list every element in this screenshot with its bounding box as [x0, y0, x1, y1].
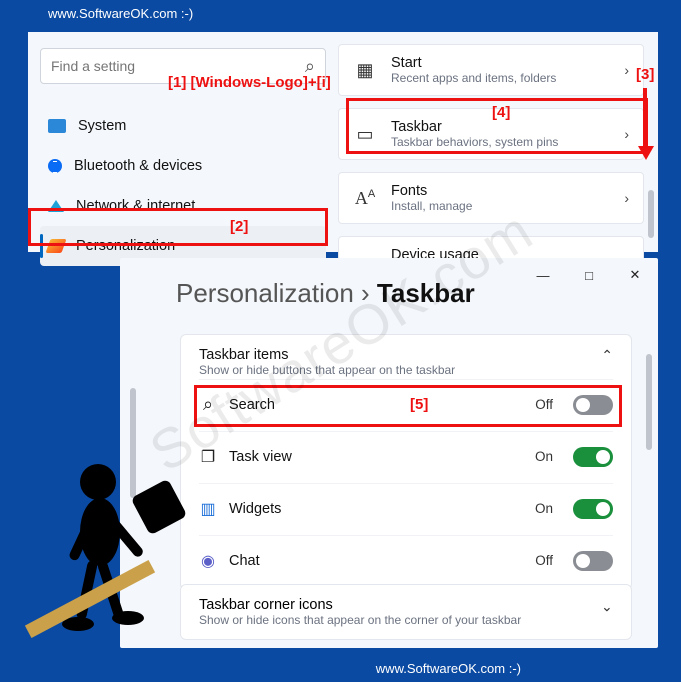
annotation-2: [2]	[230, 218, 248, 235]
sidebar-item-label: Personalization	[76, 238, 175, 254]
toggle-chat[interactable]	[573, 551, 613, 571]
toggle-taskview[interactable]	[573, 447, 613, 467]
taskbar-items-section: Taskbar items Show or hide buttons that …	[180, 334, 632, 590]
paintbrush-icon	[45, 239, 66, 253]
sidebar-item-label: Network & internet	[76, 198, 195, 214]
annotation-3: [3]	[636, 66, 654, 83]
taskbar-item-state: On	[535, 449, 553, 464]
settings-sidebar: System Bluetooth & devices Network & int…	[28, 32, 338, 266]
taskbar-item-chat: ◉ Chat Off	[199, 535, 613, 585]
section-title: Taskbar items	[199, 347, 455, 363]
toggle-widgets[interactable]	[573, 499, 613, 519]
card-title: Start	[391, 55, 610, 71]
branding-bottom: www.SoftwareOK.com :-)	[376, 661, 521, 676]
taskbar-item-state: On	[535, 501, 553, 516]
close-button[interactable]: ✕	[612, 258, 658, 292]
chevron-down-icon: ⌃	[601, 597, 613, 614]
toggle-search[interactable]	[573, 395, 613, 415]
card-title: Taskbar	[391, 119, 610, 135]
search-input[interactable]	[51, 58, 305, 74]
wifi-icon	[48, 200, 64, 212]
start-icon: ▦	[353, 60, 377, 81]
card-fonts[interactable]: AA Fonts Install, manage ›	[338, 172, 644, 224]
card-taskbar[interactable]: ▭ Taskbar Taskbar behaviors, system pins…	[338, 108, 644, 160]
taskbar-item-label: Search	[229, 397, 523, 413]
annotation-5: [5]	[410, 396, 428, 413]
fonts-icon: AA	[353, 188, 377, 209]
chevron-up-icon[interactable]: ⌃	[601, 347, 613, 364]
taskbar-item-label: Chat	[229, 553, 523, 569]
mascot-figure	[20, 442, 210, 652]
taskbar-item-taskview: ❐ Task view On	[199, 431, 613, 481]
settings-content: ▦ Start Recent apps and items, folders ›…	[338, 32, 658, 268]
sidebar-item-system[interactable]: System	[40, 106, 326, 146]
card-subtitle: Recent apps and items, folders	[391, 71, 610, 85]
taskbar-item-label: Task view	[229, 449, 523, 465]
breadcrumb-current: Taskbar	[377, 278, 475, 308]
settings-panel-top: System Bluetooth & devices Network & int…	[28, 32, 658, 252]
taskbar-item-state: Off	[535, 397, 553, 412]
sidebar-nav: System Bluetooth & devices Network & int…	[40, 106, 326, 266]
card-subtitle: Install, manage	[391, 199, 610, 213]
window-controls: — □ ✕	[520, 258, 658, 292]
card-title: Fonts	[391, 183, 610, 199]
sidebar-item-network[interactable]: Network & internet	[40, 186, 326, 226]
annotation-1: [1] [Windows-Logo]+[i]	[168, 74, 331, 91]
taskbar-item-search: Search Off	[199, 379, 613, 429]
taskbar-corner-section[interactable]: Taskbar corner icons Show or hide icons …	[180, 584, 632, 640]
minimize-button[interactable]: —	[520, 258, 566, 292]
branding-top: www.SoftwareOK.com :-)	[48, 6, 193, 21]
taskbar-icon: ▭	[353, 124, 377, 145]
breadcrumb-parent[interactable]: Personalization	[176, 278, 354, 308]
annotation-4: [4]	[492, 104, 510, 121]
breadcrumb-sep: ›	[361, 278, 370, 308]
breadcrumb: Personalization › Taskbar	[176, 278, 475, 309]
chevron-right-icon: ›	[624, 190, 629, 206]
card-subtitle: Taskbar behaviors, system pins	[391, 135, 610, 149]
scrollbar[interactable]	[648, 190, 654, 238]
section-subtitle: Show or hide icons that appear on the co…	[199, 613, 521, 627]
bluetooth-icon	[48, 159, 62, 173]
sidebar-item-label: Bluetooth & devices	[74, 158, 202, 174]
annotation-arrow	[638, 88, 652, 158]
section-subtitle: Show or hide buttons that appear on the …	[199, 363, 455, 377]
display-icon	[48, 119, 66, 133]
scrollbar-right[interactable]	[646, 354, 652, 450]
chevron-right-icon: ›	[624, 62, 629, 78]
maximize-button[interactable]: □	[566, 258, 612, 292]
card-start[interactable]: ▦ Start Recent apps and items, folders ›	[338, 44, 644, 96]
taskbar-item-label: Widgets	[229, 501, 523, 517]
section-title: Taskbar corner icons	[199, 597, 521, 613]
taskbar-item-widgets: ▥ Widgets On	[199, 483, 613, 533]
chevron-right-icon: ›	[624, 126, 629, 142]
sidebar-item-label: System	[78, 118, 126, 134]
search-icon	[199, 394, 217, 415]
sidebar-item-bluetooth[interactable]: Bluetooth & devices	[40, 146, 326, 186]
taskbar-item-state: Off	[535, 553, 553, 568]
